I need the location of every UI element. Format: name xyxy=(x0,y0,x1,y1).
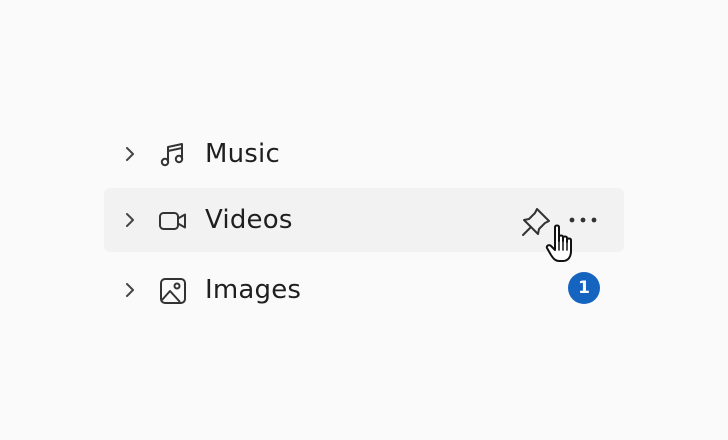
tree-item-music[interactable]: Music xyxy=(104,122,624,186)
chevron-right-icon[interactable] xyxy=(122,280,138,300)
tree-item-label: Videos xyxy=(205,205,293,235)
tree-item-label: Images xyxy=(205,275,302,305)
hand-pointer-icon xyxy=(545,224,572,262)
chevron-right-icon[interactable] xyxy=(122,210,138,230)
image-icon xyxy=(160,278,186,304)
video-camera-icon xyxy=(159,212,186,230)
tree-item-images[interactable]: Images 1 xyxy=(104,258,624,322)
notification-badge: 1 xyxy=(568,272,600,304)
tree-item-label: Music xyxy=(205,139,280,169)
music-note-icon xyxy=(160,143,184,167)
chevron-right-icon[interactable] xyxy=(122,144,138,164)
